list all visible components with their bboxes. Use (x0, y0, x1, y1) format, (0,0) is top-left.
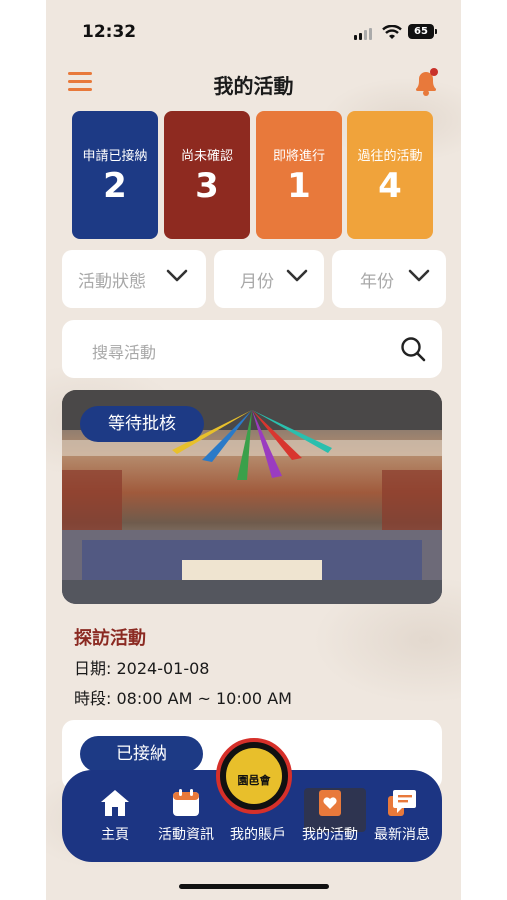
card-upcoming[interactable]: 即將進行 1 (256, 111, 342, 239)
nav-label: 主頁 (101, 827, 129, 843)
signal-icon (354, 28, 372, 40)
logo-text: 園邑會 (237, 774, 271, 787)
card-count: 4 (378, 166, 402, 206)
next-event-status-tag: 已接納 (80, 736, 203, 772)
filter-row: 活動狀態 月份 年份 (62, 250, 446, 308)
search-icon[interactable] (400, 336, 426, 362)
event-date: 日期: 2024-01-08 (74, 659, 210, 678)
wifi-icon (382, 25, 402, 39)
month-filter-dropdown[interactable]: 月份 (214, 250, 324, 308)
event-status-tag: 等待批核 (80, 406, 204, 442)
event-name[interactable]: 探訪活動 (74, 624, 146, 650)
search-input[interactable]: 搜尋活動 (92, 339, 156, 363)
month-filter-label: 月份 (240, 271, 274, 292)
nav-latest-news[interactable]: 最新消息 (366, 770, 438, 862)
news-icon (388, 790, 416, 816)
status-bar: 12:32 65 (46, 20, 461, 50)
organization-logo[interactable]: 園邑會 (216, 738, 292, 814)
card-label: 申請已接納 (82, 149, 148, 164)
nav-label: 最新消息 (374, 827, 430, 843)
status-time: 12:32 (82, 22, 137, 42)
summary-cards: 申請已接納 2 尚未確認 3 即將進行 1 過往的活動 4 (72, 111, 433, 239)
year-filter-dropdown[interactable]: 年份 (332, 250, 446, 308)
home-indicator[interactable] (179, 884, 329, 889)
card-label: 尚未確認 (180, 149, 233, 164)
event-card-image[interactable]: 等待批核 (62, 390, 442, 604)
my-activity-icon (319, 790, 341, 816)
search-bar[interactable]: 搜尋活動 (62, 320, 442, 378)
nav-label: 我的賬戶 (230, 827, 286, 843)
nav-my-activities[interactable]: 我的活動 (294, 770, 366, 862)
calendar-icon (173, 789, 199, 816)
card-accepted[interactable]: 申請已接納 2 (72, 111, 158, 239)
nav-label: 活動資訊 (158, 827, 214, 843)
nav-label: 我的活動 (302, 827, 358, 843)
app-screen: 12:32 65 我的活動 申請已接納 2 尚未確認 3 即將進行 1 過往的活… (46, 0, 461, 900)
card-label: 即將進行 (272, 149, 325, 164)
chevron-down-icon (166, 269, 188, 282)
card-label: 過往的活動 (357, 149, 423, 164)
card-unconfirmed[interactable]: 尚未確認 3 (164, 111, 250, 239)
card-past[interactable]: 過往的活動 4 (347, 111, 433, 239)
header: 我的活動 (46, 64, 461, 104)
year-filter-label: 年份 (360, 271, 394, 292)
event-time: 時段: 08:00 AM ~ 10:00 AM (74, 689, 292, 708)
notification-bell-icon[interactable] (411, 66, 441, 98)
right-margin (461, 0, 507, 900)
nav-activity-info[interactable]: 活動資訊 (150, 770, 222, 862)
battery-indicator: 65 (408, 24, 437, 39)
card-count: 1 (287, 166, 311, 206)
left-margin (0, 0, 46, 900)
nav-home[interactable]: 主頁 (80, 770, 150, 862)
card-count: 2 (103, 166, 127, 206)
home-icon (101, 790, 129, 816)
status-filter-dropdown[interactable]: 活動狀態 (62, 250, 206, 308)
chevron-down-icon (286, 269, 308, 282)
status-filter-label: 活動狀態 (78, 271, 146, 292)
card-count: 3 (195, 166, 219, 206)
chevron-down-icon (408, 269, 430, 282)
page-title: 我的活動 (213, 74, 294, 98)
